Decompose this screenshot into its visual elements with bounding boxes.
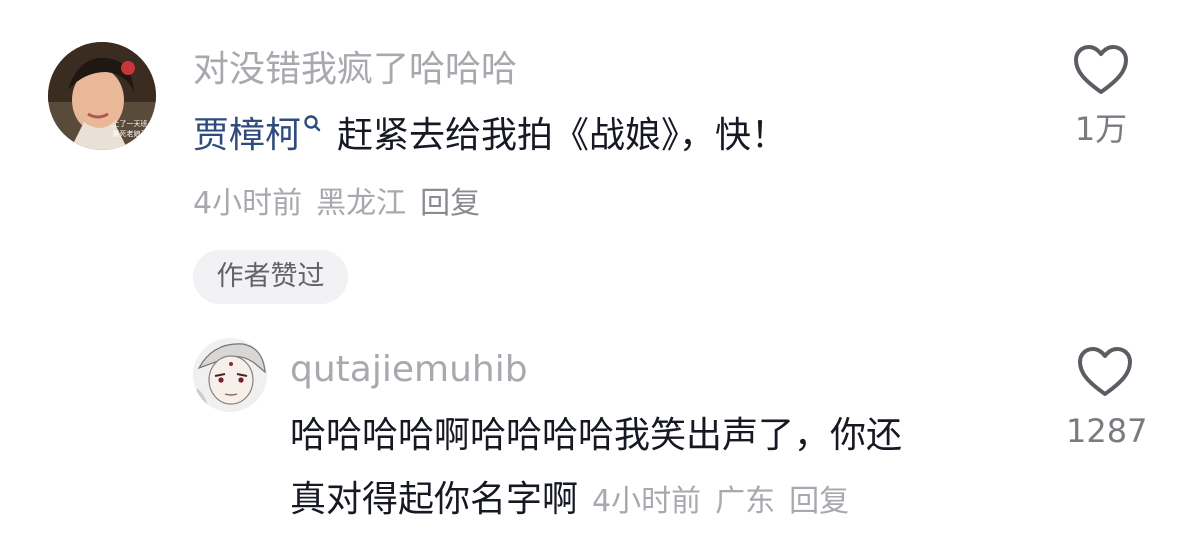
reply-time: 4小时前 — [592, 484, 702, 519]
reply-like-count: 1287 — [1066, 412, 1148, 450]
replier-avatar[interactable] — [193, 338, 267, 412]
reply-text-line2-body: 真对得起你名字啊 — [290, 479, 579, 520]
comment-like-button[interactable]: 1万 — [1066, 44, 1136, 150]
avatar-overlay-line2: 累死老娘了 — [113, 129, 148, 138]
search-icon — [303, 114, 323, 136]
comment-location: 黑龙江 — [316, 186, 407, 221]
mention-link[interactable]: 贾樟柯 — [193, 115, 337, 156]
avatar-overlay-line1: 上了一天班 — [113, 119, 148, 128]
reply-text-line2: 真对得起你名字啊 4小时前 广东 回复 — [290, 476, 849, 526]
reply-location: 广东 — [715, 484, 776, 519]
commenter-avatar[interactable]: 上了一天班 累死老娘了 — [48, 42, 156, 150]
reply-reply-button[interactable]: 回复 — [789, 484, 849, 519]
reply-button[interactable]: 回复 — [420, 186, 480, 221]
reply-like-button[interactable]: 1287 — [1066, 346, 1148, 452]
comment-body: 赶紧去给我拍《战娘》，快！ — [337, 115, 788, 156]
replier-username[interactable]: qutajiemuhib — [290, 346, 528, 394]
mention-name: 贾樟柯 — [193, 115, 302, 156]
author-liked-badge: 作者赞过 — [193, 250, 348, 304]
heart-outline-icon — [1074, 45, 1128, 94]
commenter-username[interactable]: 对没错我疯了哈哈哈 — [193, 46, 517, 94]
comment-text: 贾樟柯 赶紧去给我拍《战娘》，快！ — [193, 112, 787, 160]
avatar-photo: 上了一天班 累死老娘了 — [48, 42, 156, 150]
comment-time: 4小时前 — [193, 186, 303, 221]
comment-like-count: 1万 — [1074, 110, 1128, 148]
heart-outline-icon — [1078, 347, 1132, 396]
comment-meta: 4小时前 黑龙江 回复 — [193, 182, 480, 226]
avatar-photo — [193, 338, 267, 412]
reply-text-line1: 哈哈哈哈啊哈哈哈哈我笑出声了，你还 — [290, 415, 903, 456]
